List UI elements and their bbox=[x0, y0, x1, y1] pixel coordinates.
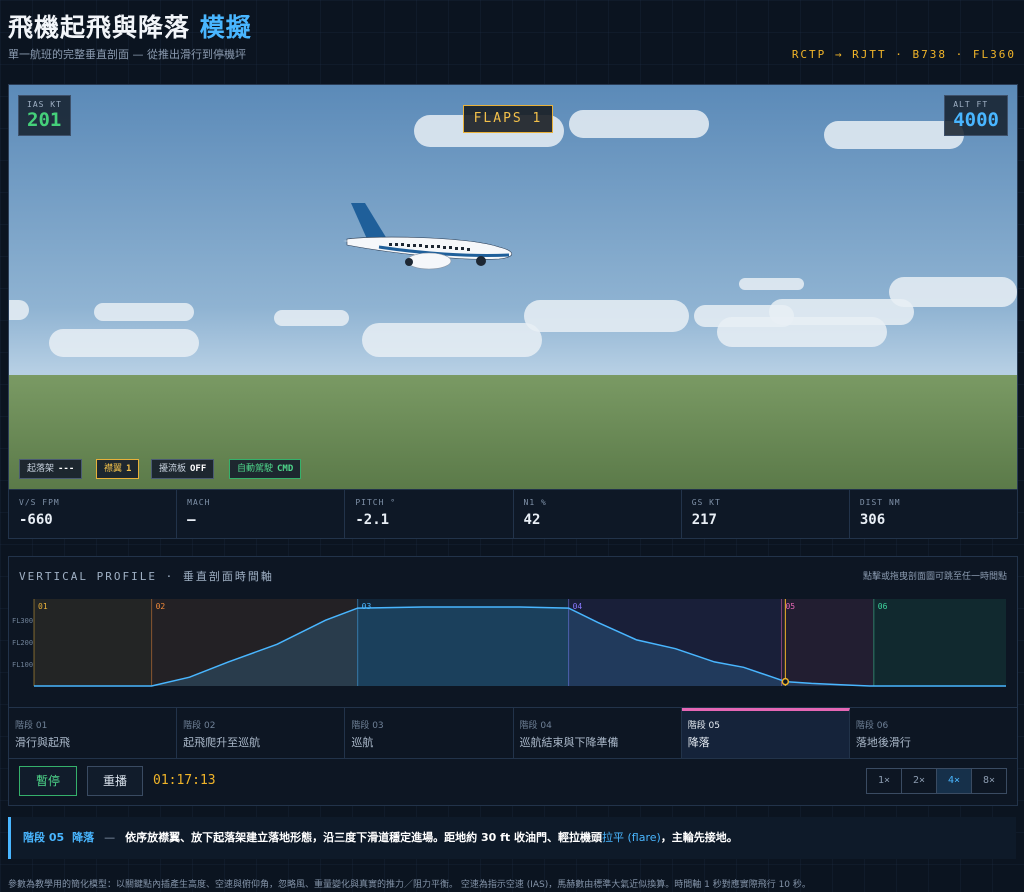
autopilot-label: 自動駕駛 bbox=[237, 464, 274, 474]
flaps-label: 襟翼 bbox=[104, 464, 123, 474]
readout-label: GS KT bbox=[691, 498, 721, 507]
playhead-marker bbox=[781, 677, 790, 686]
tab-phase-03[interactable]: 階段 03 巡航 bbox=[345, 708, 514, 758]
tab-phase-02[interactable]: 階段 02 起飛爬升至巡航 bbox=[177, 708, 346, 758]
phase-name: 起飛爬升至巡航 bbox=[183, 736, 261, 749]
flaps-value: 1 bbox=[126, 464, 132, 474]
speed-4x-button[interactable]: 4× bbox=[937, 769, 972, 793]
phase-name: 巡航 bbox=[351, 736, 374, 749]
phase-band-label: 01 bbox=[38, 602, 48, 611]
readout-value: -660 bbox=[19, 512, 53, 528]
gear-status-chip: 起落架 --- bbox=[19, 459, 83, 479]
desc-dash: — bbox=[104, 831, 116, 844]
title-main: 飛機起飛與降落 bbox=[8, 13, 191, 42]
phase-description: 階段 05 降落 — 依序放襟翼、放下起落架建立落地形態，沿三度下滑道穩定進場。距地約… bbox=[8, 817, 1016, 859]
title-accent: 模擬 bbox=[199, 13, 252, 42]
flight-readouts: V/S FPM -660 MACH — PITCH ° -2.1 N1 % 42 GS … bbox=[8, 489, 1018, 539]
profile-hint: 點擊或拖曳剖面圖可跳至任一時間點 bbox=[862, 572, 1007, 582]
autopilot-status-chip: 自動駕駛 CMD bbox=[229, 459, 302, 479]
gear-label: 起落架 bbox=[27, 464, 55, 474]
desc-phase-id: 階段 05 bbox=[23, 831, 65, 844]
page-title: 飛機起飛與降落 模擬 bbox=[8, 8, 252, 44]
readout-value: 217 bbox=[691, 512, 717, 528]
autopilot-value: CMD bbox=[277, 464, 294, 474]
phase-name: 滑行與起飛 bbox=[15, 736, 70, 749]
readout-value: — bbox=[187, 512, 196, 528]
readout-pitch: PITCH ° -2.1 bbox=[345, 490, 514, 538]
airplane-icon bbox=[343, 203, 513, 270]
gear-value: --- bbox=[58, 464, 75, 474]
readout-label: V/S FPM bbox=[19, 498, 60, 507]
readout-label: PITCH ° bbox=[355, 498, 397, 507]
phase-number: 階段 05 bbox=[687, 721, 721, 731]
altitude-readout: ALT FT 4000 bbox=[944, 95, 1008, 136]
tab-phase-05[interactable]: 階段 05 降落 bbox=[681, 708, 850, 758]
speed-1x-button[interactable]: 1× bbox=[867, 769, 902, 793]
profile-chart[interactable]: 01 02 03 04 05 06FL300FL200FL100 bbox=[9, 595, 1017, 695]
phase-band-label: 06 bbox=[878, 602, 888, 611]
flaps-status-chip: 襟翼 1 bbox=[96, 459, 140, 479]
vertical-profile-panel: VERTICAL PROFILE · 垂直剖面時間軸 點擊或拖曳剖面圖可跳至任一… bbox=[8, 556, 1018, 806]
phase-name: 降落 bbox=[687, 736, 710, 749]
phase-band-01 bbox=[34, 599, 152, 686]
phase-number: 階段 03 bbox=[351, 721, 384, 731]
phase-band-label: 04 bbox=[573, 602, 583, 611]
flight-scene: IAS KT 201 ALT FT 4000 FLAPS 1 起落架 --- 襟翼… bbox=[8, 84, 1018, 490]
speed-selector: 1× 2× 4× 8× bbox=[866, 768, 1007, 794]
desc-highlight: 拉平 (flare) bbox=[601, 831, 661, 844]
tab-phase-04[interactable]: 階段 04 巡航結束與下降準備 bbox=[514, 708, 682, 758]
speed-2x-button[interactable]: 2× bbox=[902, 769, 937, 793]
y-tick-label: FL100 bbox=[12, 661, 33, 669]
readout-n1: N1 % 42 bbox=[514, 490, 682, 538]
spoiler-status-chip: 擾流板 OFF bbox=[151, 459, 215, 479]
spoiler-label: 擾流板 bbox=[159, 464, 187, 474]
altitude-value: 4000 bbox=[953, 109, 999, 131]
phase-name: 巡航結束與下降準備 bbox=[519, 736, 619, 749]
y-tick-label: FL200 bbox=[12, 639, 33, 647]
phase-tabs: 階段 01 滑行與起飛 階段 02 起飛爬升至巡航 階段 03 巡航 階段 04 巡航結… bbox=[9, 707, 1017, 759]
phase-number: 階段 04 bbox=[519, 721, 552, 731]
readout-gs: GS KT 217 bbox=[682, 490, 850, 538]
sim-clock: 01:17:13 bbox=[153, 773, 216, 788]
ias-label: IAS KT bbox=[27, 100, 62, 109]
readout-label: MACH bbox=[187, 498, 211, 507]
ias-readout: IAS KT 201 bbox=[18, 95, 71, 136]
tab-phase-01[interactable]: 階段 01 滑行與起飛 bbox=[9, 708, 178, 758]
readout-value: 306 bbox=[859, 512, 886, 528]
phase-band-06 bbox=[873, 599, 1006, 686]
route-info: RCTP → RJTT · B738 · FL360 bbox=[791, 48, 1016, 61]
ias-value: 201 bbox=[27, 109, 62, 131]
altitude-label: ALT FT bbox=[953, 100, 989, 109]
profile-title: VERTICAL PROFILE · 垂直剖面時間軸 bbox=[19, 570, 274, 583]
phase-number: 階段 02 bbox=[183, 721, 216, 731]
readout-vs: V/S FPM -660 bbox=[9, 490, 178, 538]
page-subtitle: 單一航班的完整垂直剖面 — 從推出滑行到停機坪 bbox=[8, 48, 246, 61]
flaps-indicator: FLAPS 1 bbox=[463, 105, 553, 133]
speed-8x-button[interactable]: 8× bbox=[972, 769, 1006, 793]
phase-band-label: 05 bbox=[785, 602, 795, 611]
desc-tail: ，主輪先接地。 bbox=[660, 831, 738, 844]
readout-value: -2.1 bbox=[355, 512, 390, 528]
replay-button[interactable]: 重播 bbox=[87, 766, 143, 796]
readout-dist: DIST NM 306 bbox=[850, 490, 1017, 538]
desc-text: 依序放襟翼、放下起落架建立落地形態，沿三度下滑道穩定進場。距地約 30 ft 收… bbox=[125, 831, 602, 844]
pause-button[interactable]: 暫停 bbox=[19, 766, 77, 796]
phase-band-label: 02 bbox=[156, 602, 166, 611]
phase-number: 階段 06 bbox=[855, 721, 889, 731]
footer-note: 參數為教學用的簡化模型：以關鍵點內插產生高度、空速與俯仰角，忽略風、重量變化與真… bbox=[8, 880, 811, 890]
phase-number: 階段 01 bbox=[15, 721, 48, 731]
tab-phase-06[interactable]: 階段 06 落地後滑行 bbox=[850, 708, 1017, 758]
desc-phase-name: 降落 bbox=[72, 831, 95, 844]
readout-label: DIST NM bbox=[859, 498, 901, 507]
readout-mach: MACH — bbox=[177, 490, 346, 538]
spoiler-value: OFF bbox=[190, 464, 207, 474]
phase-band-05 bbox=[781, 599, 874, 686]
phase-name: 落地後滑行 bbox=[855, 736, 911, 749]
readout-label: N1 % bbox=[523, 498, 547, 507]
y-tick-label: FL300 bbox=[12, 617, 33, 625]
readout-value: 42 bbox=[523, 512, 541, 528]
